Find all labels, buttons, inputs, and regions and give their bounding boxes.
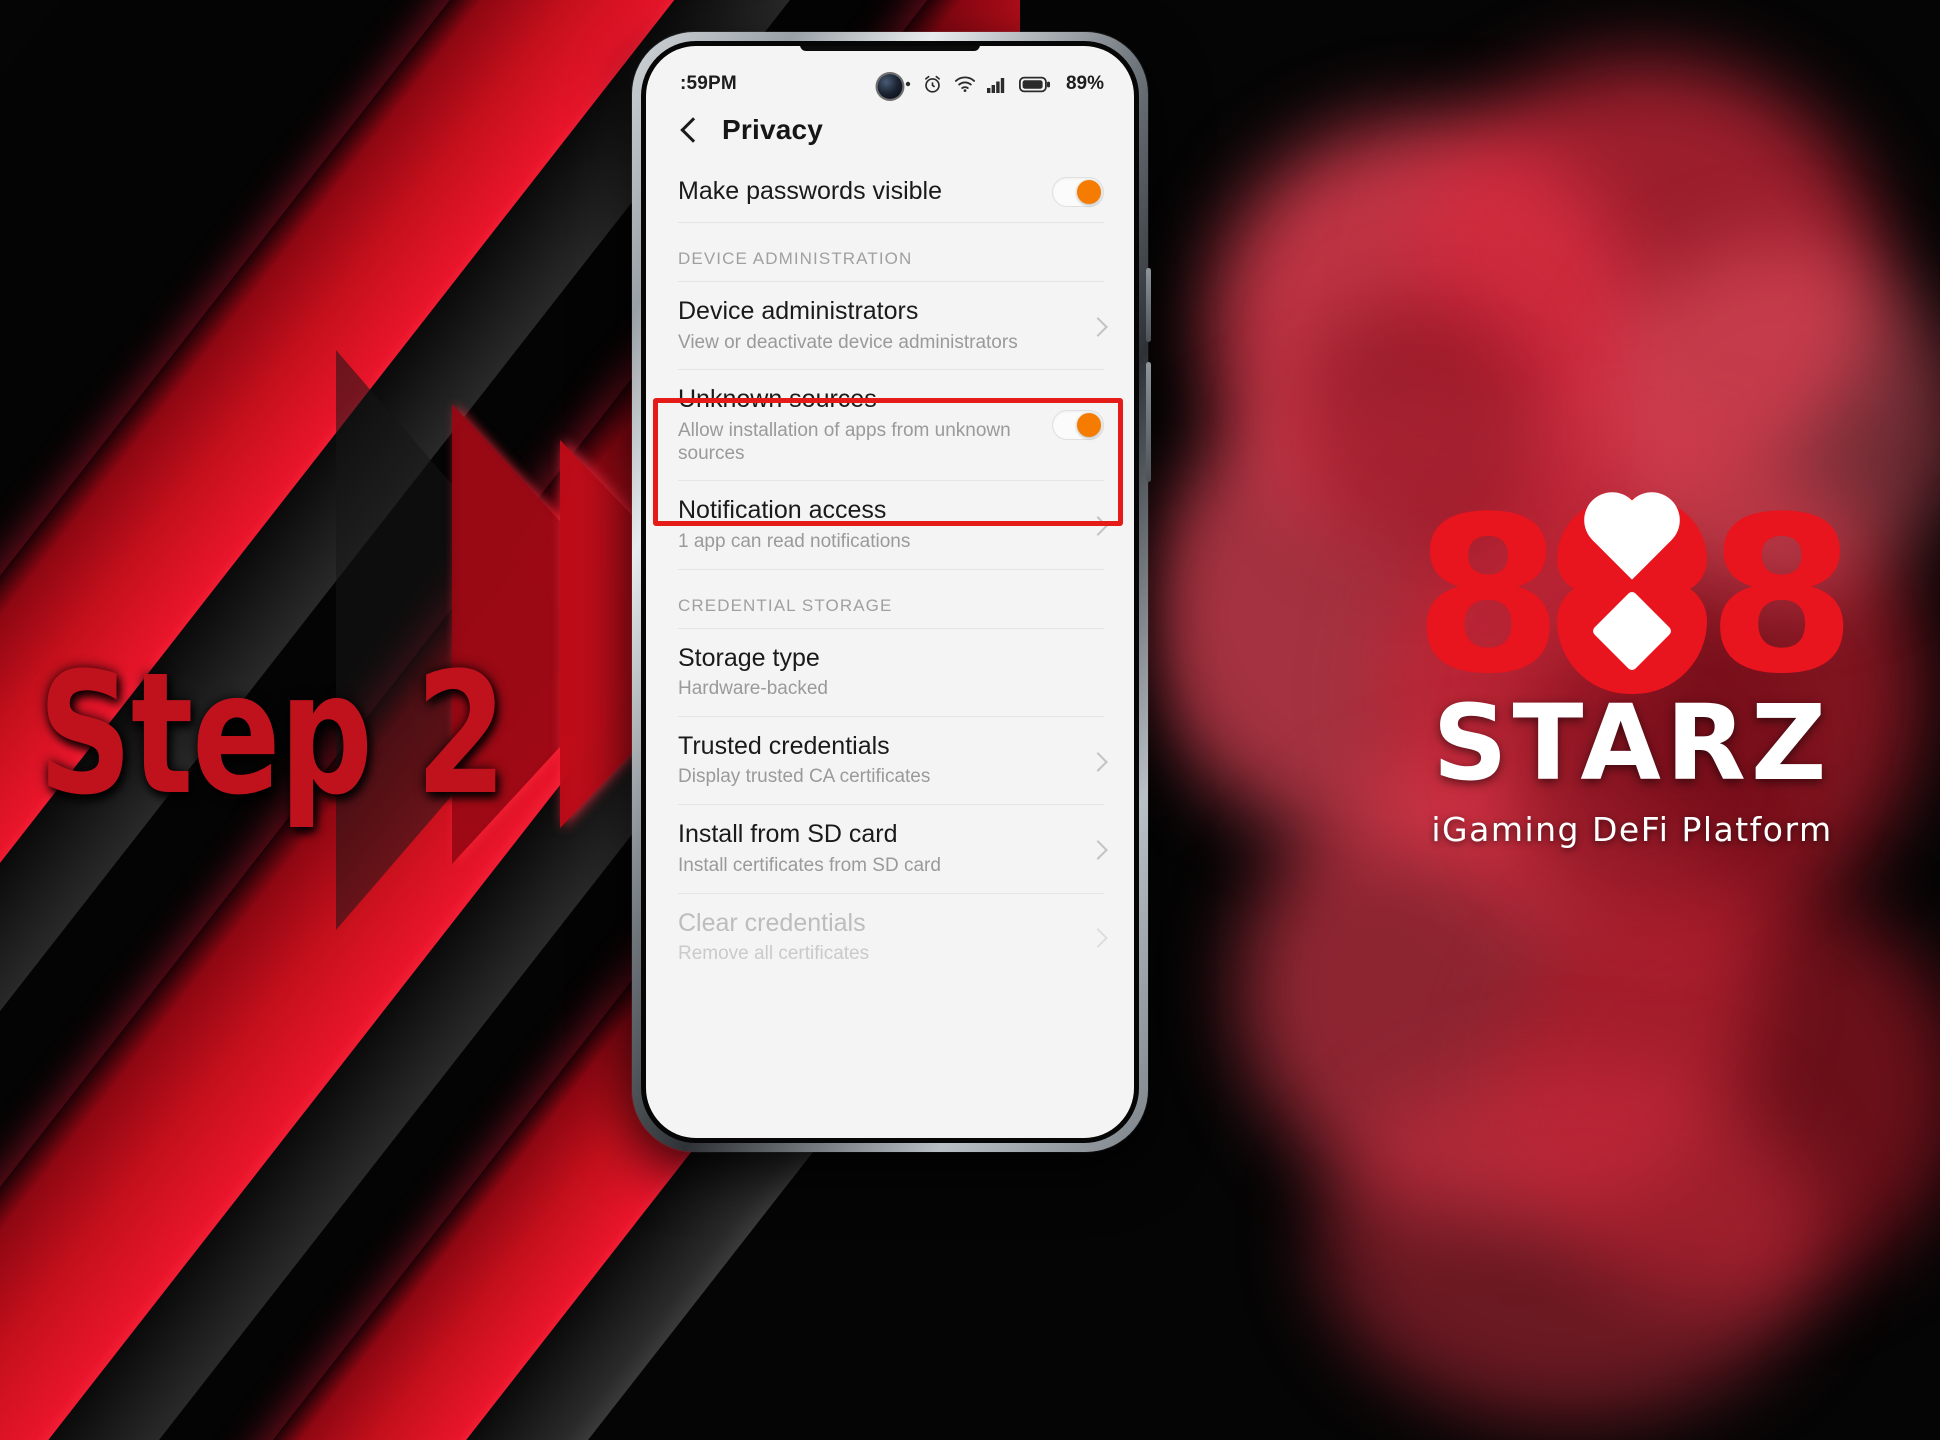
alarm-icon: [922, 74, 943, 95]
toggle-make-passwords-visible[interactable]: [1052, 177, 1104, 207]
chevron-right-icon: [1090, 319, 1104, 333]
chevron-right-icon: [1090, 754, 1104, 768]
section-header-credential-storage: CREDENTIAL STORAGE: [678, 595, 893, 615]
logo-digit-right: 8: [1707, 470, 1857, 722]
earpiece-speaker: [800, 46, 980, 51]
row-subtitle: Install certificates from SD card: [678, 854, 941, 876]
row-install-from-sd-card[interactable]: Install from SD card Install certificate…: [646, 805, 1134, 892]
row-storage-type[interactable]: Storage type Hardware-backed: [646, 629, 1134, 716]
row-title: Trusted credentials: [678, 731, 890, 760]
row-device-administrators[interactable]: Device administrators View or deactivate…: [646, 282, 1134, 369]
phone-screen: :59PM 89% Privacy Make passwords visible…: [646, 46, 1134, 1138]
logo-middle-eight: [1557, 498, 1707, 694]
chevron-right-icon: [1090, 518, 1104, 532]
row-subtitle: 1 app can read notifications: [678, 530, 911, 552]
row-subtitle: Allow installation of apps from unknown …: [678, 419, 1011, 464]
row-subtitle: View or deactivate device administrators: [678, 331, 1018, 353]
signal-icon: [986, 76, 1008, 93]
phone-mockup: :59PM 89% Privacy Make passwords visible…: [632, 32, 1151, 1152]
front-camera-icon: [877, 74, 903, 99]
promo-banner: Step 2 8 8 STARZ iGaming DeFi Platform:…: [0, 0, 1940, 1440]
row-subtitle: Remove all certificates: [678, 943, 870, 965]
row-unknown-sources[interactable]: Unknown sources Allow installation of ap…: [646, 370, 1134, 480]
chevron-right-icon: [1090, 842, 1104, 856]
row-notification-access[interactable]: Notification access 1 app can read notif…: [646, 481, 1134, 568]
wifi-icon: [954, 75, 976, 93]
phone-side-button-power[interactable]: [1146, 362, 1151, 482]
logo-888: 8 8: [1342, 470, 1922, 722]
row-title: Device administrators: [678, 297, 919, 325]
row-subtitle: Display trusted CA certificates: [678, 766, 931, 788]
phone-side-button-volume[interactable]: [1146, 268, 1151, 342]
phone-bezel: :59PM 89% Privacy Make passwords visible…: [641, 41, 1139, 1143]
row-make-passwords-visible[interactable]: Make passwords visible: [646, 162, 1134, 222]
logo-tagline: iGaming DeFi Platform: [1431, 810, 1833, 849]
row-title: Unknown sources: [678, 385, 877, 414]
toggle-unknown-sources[interactable]: [1052, 410, 1104, 441]
settings-list: Make passwords visible DEVICE ADMINISTRA…: [646, 162, 1134, 981]
section-header-device-administration: DEVICE ADMINISTRATION: [678, 249, 913, 268]
row-title: Storage type: [678, 643, 820, 672]
app-bar: Privacy: [646, 108, 1134, 162]
page-title: Privacy: [722, 114, 824, 145]
row-subtitle: Hardware-backed: [678, 678, 828, 700]
battery-percent: 89%: [1065, 73, 1104, 94]
status-bar-time: :59PM: [680, 73, 737, 94]
chevron-right-icon: [1090, 930, 1104, 944]
row-title: Make passwords visible: [678, 177, 942, 206]
step-label: Step 2: [38, 636, 507, 832]
row-title: Install from SD card: [678, 820, 898, 849]
row-title: Notification access: [678, 496, 887, 525]
row-trusted-credentials[interactable]: Trusted credentials Display trusted CA c…: [646, 717, 1134, 804]
row-clear-credentials: Clear credentials Remove all certificate…: [646, 894, 1134, 981]
logo-digit-left: 8: [1413, 470, 1563, 722]
row-title: Clear credentials: [678, 908, 866, 937]
brand-logo: 8 8 STARZ iGaming DeFi Platform: [1342, 470, 1922, 849]
back-chevron-icon[interactable]: [678, 119, 700, 141]
status-bar-icons: 89%: [889, 73, 1104, 95]
battery-icon: [1018, 76, 1051, 93]
